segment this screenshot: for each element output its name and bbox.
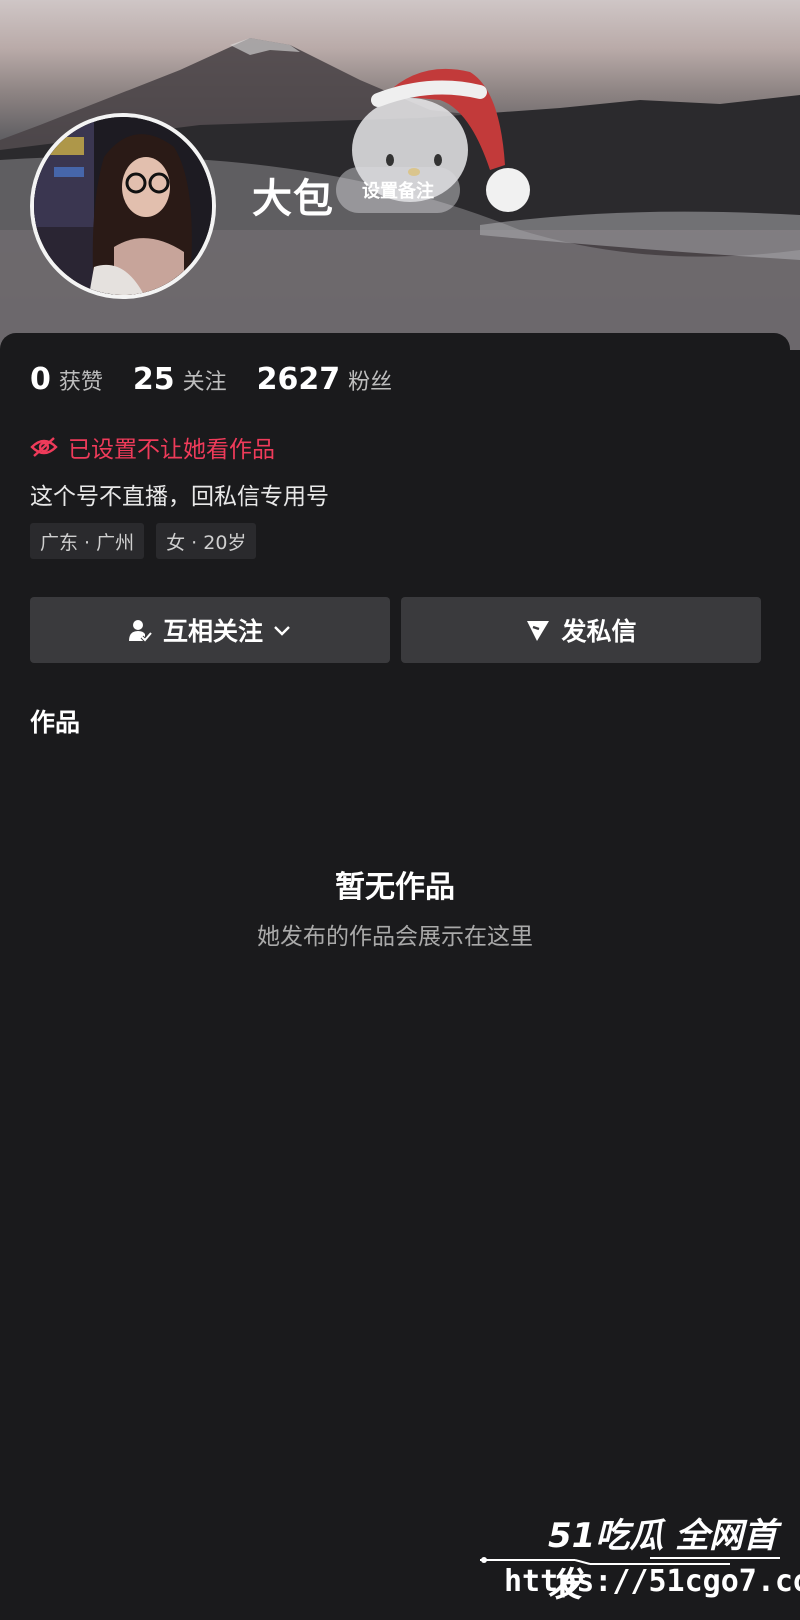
watermark-url: https://51cgo7.com [504,1564,800,1599]
stat-likes-value: 0 [30,362,51,397]
watermark: 51吃瓜 全网首发 https://51cgo7.com [480,1508,800,1620]
eye-off-icon [30,437,58,457]
chevron-down-icon [274,626,290,636]
stat-following-label: 关注 [182,370,227,395]
stat-following-value: 25 [132,362,175,397]
send-message-button[interactable]: 发私信 [401,597,761,663]
hidden-works-notice: 已设置不让她看作品 [30,430,275,464]
profile-tags: 广东 · 广州 女 · 20岁 [30,523,268,559]
location-tag: 广东 · 广州 [30,523,145,559]
set-remark-button[interactable]: 设置备注 [336,167,460,213]
empty-works-title: 暂无作品 [335,870,455,905]
avatar[interactable] [30,113,216,299]
mutual-follow-button[interactable]: 互相关注 [30,597,390,663]
stat-followers-label: 粉丝 [348,370,393,395]
stat-followers[interactable]: 2627 粉丝 [257,362,393,397]
stat-likes-label: 获赞 [58,370,103,395]
empty-works-subtitle: 她发布的作品会展示在这里 [257,924,533,950]
send-message-label: 发私信 [561,617,637,646]
hidden-works-notice-text: 已设置不让她看作品 [68,437,275,463]
stat-following[interactable]: 25 关注 [133,362,227,397]
gender-age-tag: 女 · 20岁 [156,523,257,559]
bio-text: 这个号不直播，回私信专用号 [30,484,329,510]
mutual-follow-label: 互相关注 [162,617,263,646]
stats-row: 0 获赞 25 关注 2627 粉丝 [30,362,422,397]
works-section-title: 作品 [30,708,81,737]
stat-likes: 0 获赞 [30,362,103,397]
username: 大包 [252,176,334,222]
user-check-icon [128,620,153,643]
send-icon [527,621,550,641]
stat-followers-value: 2627 [256,362,341,397]
